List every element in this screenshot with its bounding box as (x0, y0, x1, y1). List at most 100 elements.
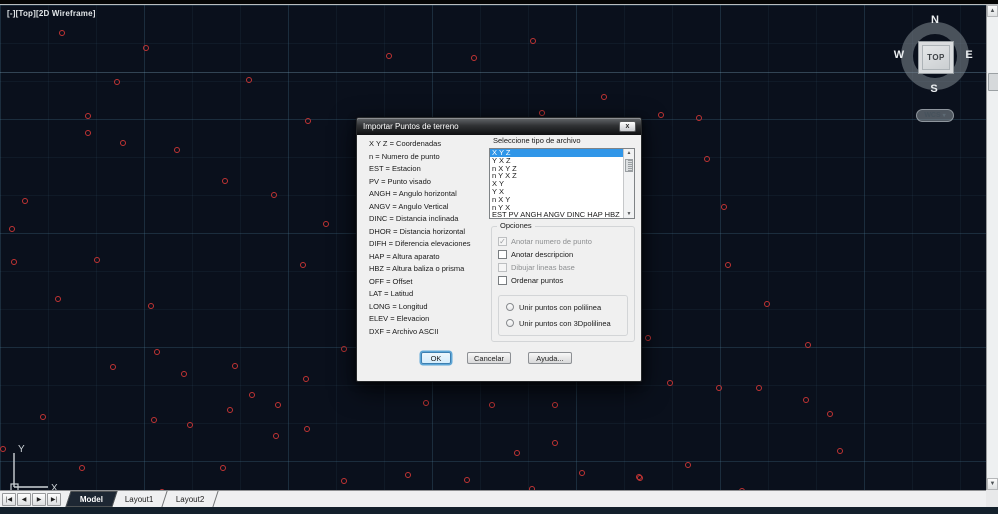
vertical-scrollbar[interactable]: ▲ ▼ (986, 5, 998, 490)
checkbox-row[interactable]: Ordenar puntos (498, 275, 563, 285)
tab-nav-button[interactable]: ◀ (17, 493, 31, 506)
terrain-point (271, 192, 277, 198)
terrain-point (94, 257, 100, 263)
checkbox-icon[interactable] (498, 263, 507, 272)
checkbox-label: Anotar descripcion (511, 250, 573, 259)
vertical-scrollbar-thumb[interactable] (988, 73, 998, 91)
tab-navigation-buttons: |◀◀▶▶| (0, 493, 61, 506)
terrain-point (249, 392, 255, 398)
tab-label: Model (80, 495, 103, 504)
viewcube-top-face[interactable]: TOP (918, 41, 954, 74)
file-type-option[interactable]: EST PV ANGH ANGV DINC HAP HBZ (490, 211, 634, 219)
format-definition: ELEV = Elevacion (369, 313, 487, 326)
terrain-point (304, 426, 310, 432)
terrain-point (552, 440, 558, 446)
terrain-point (114, 79, 120, 85)
file-type-option[interactable]: n X Y (490, 196, 634, 204)
terrain-point (685, 462, 691, 468)
ribbon-bottom-edge (0, 0, 998, 5)
terrain-point (803, 397, 809, 403)
tab-nav-button[interactable]: ▶ (32, 493, 46, 506)
cancel-button[interactable]: Cancelar (467, 352, 511, 364)
terrain-point (148, 303, 154, 309)
tab-layout1[interactable]: Layout1 (112, 491, 169, 507)
terrain-point (323, 221, 329, 227)
format-definition: OFF = Offset (369, 276, 487, 289)
tab-nav-button[interactable]: ▶| (47, 493, 61, 506)
terrain-point (704, 156, 710, 162)
format-definition: PV = Punto visado (369, 176, 487, 189)
radio-row[interactable]: Unir puntos con polilinea (506, 302, 601, 312)
terrain-point (143, 45, 149, 51)
radio-row[interactable]: Unir puntos con 3Dpolilinea (506, 318, 611, 328)
wcs-dropdown-button[interactable]: WCS ▾ (916, 109, 954, 122)
terrain-point (464, 477, 470, 483)
terrain-point (40, 414, 46, 420)
terrain-point (187, 422, 193, 428)
radio-icon[interactable] (506, 303, 514, 311)
viewport-controls-label[interactable]: [-][Top][2D Wireframe] (7, 9, 96, 18)
viewcube-west-label[interactable]: W (893, 49, 905, 61)
ok-button[interactable]: OK (421, 352, 451, 364)
format-definition: LONG = Longitud (369, 301, 487, 314)
format-definition: DINC = Distancia inclinada (369, 213, 487, 226)
terrain-point (110, 364, 116, 370)
grid-major-line (0, 72, 986, 73)
viewcube-south-label[interactable]: S (928, 83, 940, 95)
radio-icon[interactable] (506, 319, 514, 327)
format-definition: X Y Z = Coordenadas (369, 138, 487, 151)
scroll-down-icon[interactable]: ▼ (987, 478, 998, 490)
checkbox-label: Ordenar puntos (511, 276, 563, 285)
scroll-down-icon[interactable]: ▼ (624, 210, 634, 218)
scroll-up-icon[interactable]: ▲ (987, 5, 998, 17)
checkbox-label: Dibujar lineas base (511, 263, 575, 272)
format-definition: DIFH = Diferencia elevaciones (369, 238, 487, 251)
file-type-option[interactable]: X Y (490, 180, 634, 188)
close-icon[interactable]: x (619, 121, 636, 132)
file-type-listbox[interactable]: X Y ZY X Zn X Y Zn Y X ZX YY Xn X Yn Y X… (489, 148, 635, 219)
tab-layout2[interactable]: Layout2 (162, 491, 219, 507)
help-button[interactable]: Ayuda... (528, 352, 572, 364)
terrain-point (764, 301, 770, 307)
checkbox-row[interactable]: ✓ Anotar numero de punto (498, 236, 592, 246)
format-definition: EST = Estacion (369, 163, 487, 176)
layout-tabs: Model Layout1Layout2 (69, 491, 216, 507)
checkbox-row[interactable]: Dibujar lineas base (498, 262, 575, 272)
terrain-point (725, 262, 731, 268)
checkbox-label: Anotar numero de punto (511, 237, 592, 246)
terrain-point (222, 178, 228, 184)
listbox-scrollbar-thumb[interactable] (625, 159, 633, 172)
terrain-point (273, 433, 279, 439)
file-type-option-selected[interactable]: X Y Z (490, 149, 634, 157)
checkbox-icon[interactable]: ✓ (498, 237, 507, 246)
terrain-point (601, 94, 607, 100)
file-type-option[interactable]: n Y X Z (490, 172, 634, 180)
dialog-title-bar[interactable]: Importar Puntos de terreno (357, 118, 641, 135)
file-type-label: Seleccione tipo de archivo (493, 136, 581, 145)
terrain-point (85, 113, 91, 119)
terrain-point (756, 385, 762, 391)
terrain-point (405, 472, 411, 478)
checkbox-icon[interactable] (498, 250, 507, 259)
tab-nav-button[interactable]: |◀ (2, 493, 16, 506)
scroll-up-icon[interactable]: ▲ (624, 149, 634, 157)
terrain-point (716, 385, 722, 391)
terrain-point (658, 112, 664, 118)
terrain-point (85, 130, 91, 136)
checkbox-row[interactable]: Anotar descripcion (498, 249, 573, 259)
terrain-point (341, 346, 347, 352)
viewcube-east-label[interactable]: E (963, 49, 975, 61)
terrain-point (11, 259, 17, 265)
terrain-point (530, 38, 536, 44)
listbox-scrollbar[interactable]: ▲ ▼ (623, 149, 634, 218)
terrain-point (471, 55, 477, 61)
checkbox-icon[interactable] (498, 276, 507, 285)
tab-model[interactable]: Model (65, 491, 117, 507)
terrain-point (805, 342, 811, 348)
file-type-option[interactable]: Y X (490, 188, 634, 196)
import-terrain-points-dialog: Importar Puntos de terreno x X Y Z = Coo… (356, 117, 642, 382)
terrain-point (227, 407, 233, 413)
format-definitions-list: X Y Z = Coordenadasn = Numero de puntoES… (369, 138, 487, 338)
radio-label: Unir puntos con 3Dpolilinea (519, 319, 611, 328)
viewcube-north-label[interactable]: N (929, 14, 941, 26)
